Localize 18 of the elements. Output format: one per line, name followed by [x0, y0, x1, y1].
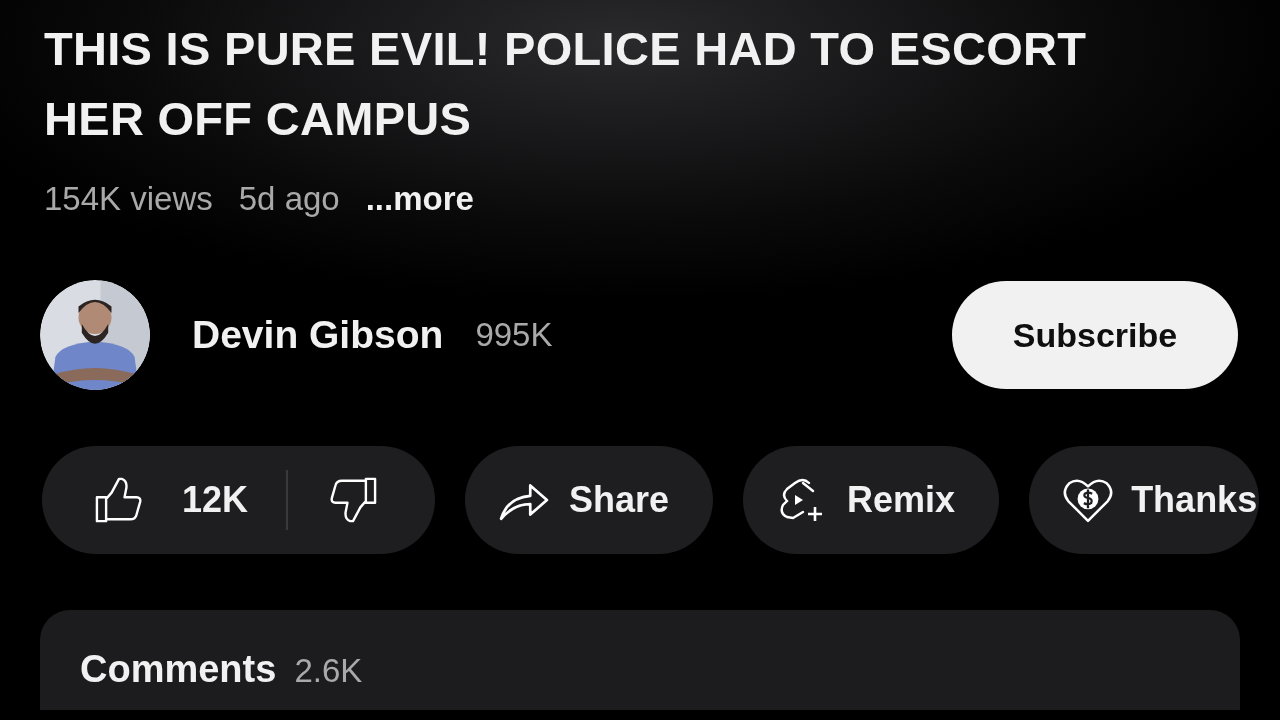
comment-count: 2.6K — [294, 652, 363, 690]
like-button[interactable]: 12K — [94, 477, 249, 523]
comments-panel[interactable]: Comments 2.6K — [40, 610, 1240, 710]
subscriber-count: 995K — [475, 316, 553, 354]
thumbs-up-icon — [94, 477, 144, 523]
more-link[interactable]: ...more — [365, 180, 474, 218]
remix-button[interactable]: Remix — [743, 446, 1000, 554]
dislike-button[interactable] — [328, 477, 379, 523]
upload-age: 5d ago — [238, 180, 340, 218]
video-title: THIS IS PURE EVIL! POLICE HAD TO ESCORT HER OFF CAMPUS — [44, 21, 1088, 147]
view-count: 154K views — [44, 180, 213, 218]
channel-name[interactable]: Devin Gibson — [192, 313, 444, 357]
thanks-button[interactable]: Thanks — [1029, 446, 1260, 554]
thumbs-down-icon — [328, 477, 379, 523]
heart-dollar-icon — [1063, 477, 1114, 523]
share-button[interactable]: Share — [465, 446, 714, 554]
subscribe-button[interactable]: Subscribe — [952, 281, 1238, 389]
comments-heading: Comments — [80, 648, 277, 691]
